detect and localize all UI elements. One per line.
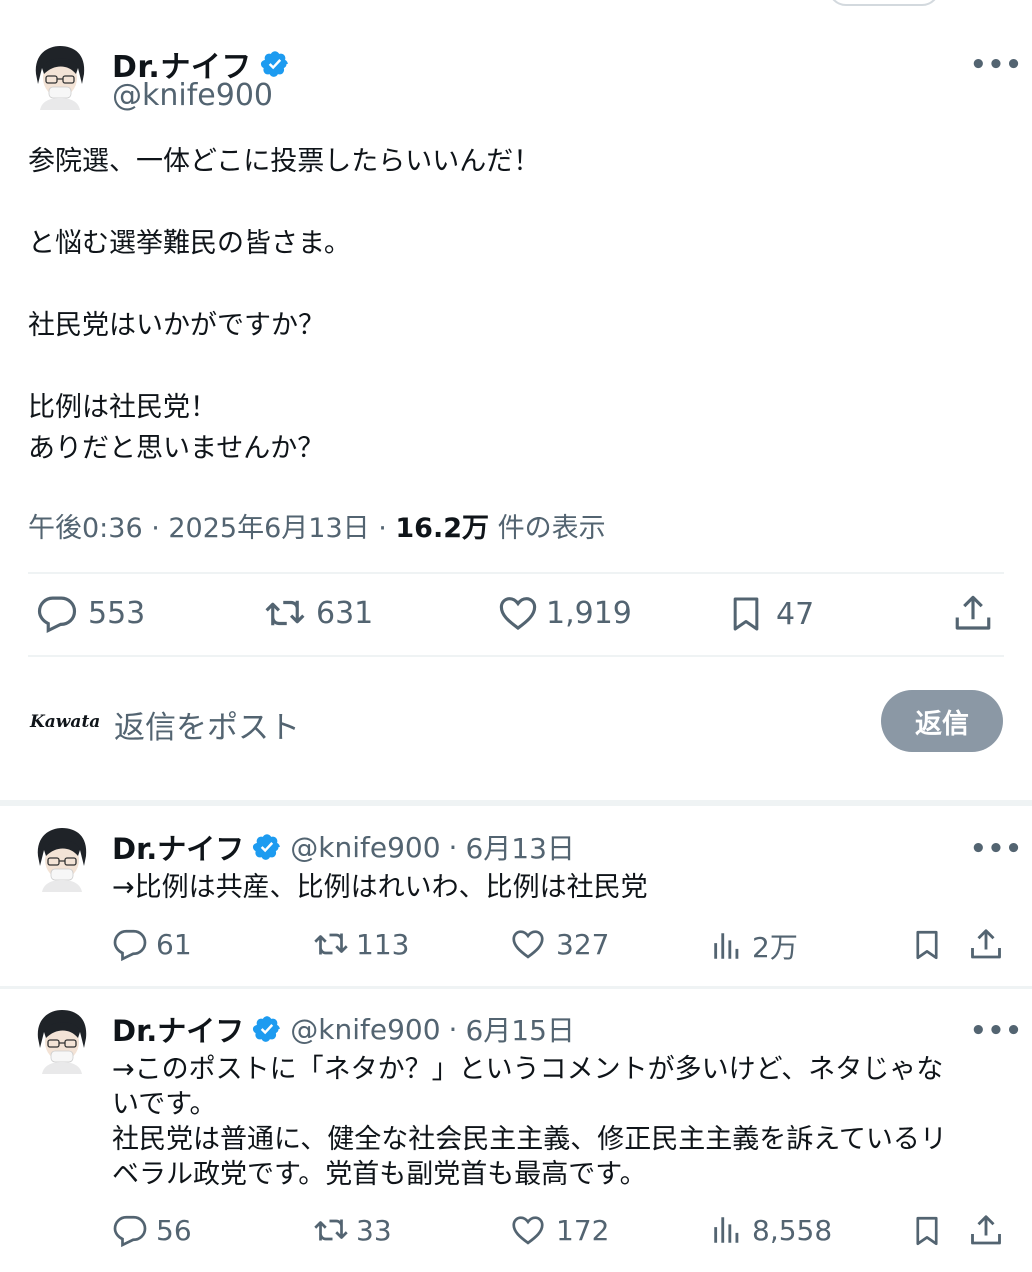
avatar[interactable] [34, 1008, 90, 1074]
views-icon [714, 933, 739, 959]
post-date[interactable]: 6月13日 [465, 827, 574, 867]
like-action[interactable]: 172 [510, 1212, 609, 1248]
bookmark-count: 47 [776, 596, 815, 632]
user-avatar-logo[interactable]: Kawata [30, 712, 100, 732]
reply-count: 56 [156, 1213, 192, 1247]
separator: · [448, 1012, 458, 1046]
reply-action[interactable]: 553 [36, 592, 145, 634]
share-action[interactable] [968, 1212, 1004, 1250]
reply-header: Dr.ナイフ @knife900 · 6月13日 [112, 826, 575, 868]
bookmark-icon [916, 930, 938, 960]
repost-count: 631 [316, 595, 374, 631]
repost-action[interactable]: 113 [312, 926, 409, 962]
like-count: 1,919 [546, 595, 632, 631]
share-icon [971, 1215, 1001, 1245]
view-count: 2万 [752, 931, 798, 964]
share-action[interactable] [952, 592, 994, 636]
views-action[interactable]: 8,558 [710, 1212, 832, 1248]
post-time[interactable]: 午後0:36 · 2025年6月13日 · [28, 513, 395, 544]
verified-badge-icon [260, 51, 288, 77]
view-count: 8,558 [752, 1213, 833, 1247]
reply-count: 61 [156, 927, 192, 961]
avatar[interactable] [34, 826, 90, 892]
reply-action[interactable]: 56 [112, 1212, 192, 1248]
repost-action[interactable]: 631 [262, 592, 373, 634]
bookmark-action[interactable] [910, 926, 944, 964]
like-icon [512, 1216, 544, 1245]
post-date[interactable]: 6月15日 [465, 1009, 574, 1049]
reply-icon [113, 929, 147, 962]
divider [28, 572, 1004, 574]
verified-badge-icon [253, 1016, 281, 1042]
author-name[interactable]: Dr.ナイフ [112, 1008, 244, 1050]
divider [28, 655, 1004, 657]
repost-count: 33 [356, 1213, 392, 1247]
reply-text: →このポストに「ネタか？」というコメントが多いけど、ネタじゃな いです。 社民党… [112, 1054, 947, 1190]
section-divider [0, 800, 1032, 806]
more-icon[interactable]: ••• [970, 50, 1023, 80]
avatar[interactable] [32, 44, 88, 110]
reply-icon [113, 1215, 147, 1248]
bookmark-action[interactable]: 47 [726, 592, 814, 636]
share-icon [955, 595, 991, 630]
separator: · [448, 830, 458, 864]
like-action[interactable]: 327 [510, 926, 609, 962]
view-count[interactable]: 16.2万 [395, 513, 489, 544]
share-action[interactable] [968, 926, 1004, 964]
share-icon [971, 929, 1001, 959]
more-icon[interactable]: ••• [970, 1016, 1023, 1046]
author-handle[interactable]: @knife900 [290, 1013, 440, 1046]
post-meta: 午後0:36 · 2025年6月13日 · 16.2万 件の表示 [28, 506, 606, 545]
post-body: 参院選、一体どこに投票したらいいんだ！ と悩む選挙難民の皆さま。 社民党はいかが… [28, 146, 541, 464]
reply-action[interactable]: 61 [112, 926, 192, 962]
bookmark-action[interactable] [910, 1212, 944, 1250]
author-handle[interactable]: @knife900 [112, 78, 273, 113]
like-icon [499, 597, 537, 630]
more-icon[interactable]: ••• [970, 834, 1023, 864]
reply-input[interactable]: 返信をポスト [114, 702, 300, 747]
views-action[interactable]: 2万 [710, 926, 798, 966]
reply-button[interactable]: 返信 [881, 690, 1003, 752]
bookmark-icon [733, 597, 759, 631]
like-icon [512, 930, 544, 959]
reply-count: 553 [88, 595, 146, 631]
divider [0, 986, 1032, 989]
author-handle[interactable]: @knife900 [290, 831, 440, 864]
like-count: 327 [556, 927, 610, 961]
author-name[interactable]: Dr.ナイフ [112, 826, 244, 868]
verified-badge-icon [253, 834, 281, 860]
reply-header: Dr.ナイフ @knife900 · 6月15日 [112, 1008, 575, 1050]
repost-icon [314, 933, 348, 955]
like-action[interactable]: 1,919 [496, 592, 632, 634]
repost-icon [265, 600, 305, 626]
reply-icon [37, 596, 77, 634]
repost-icon [314, 1219, 348, 1241]
repost-count: 113 [356, 927, 410, 961]
like-count: 172 [556, 1213, 610, 1247]
bookmark-icon [916, 1216, 938, 1246]
follow-button-partial[interactable] [828, 0, 940, 6]
view-label: 件の表示 [489, 513, 606, 544]
views-icon [714, 1217, 739, 1243]
repost-action[interactable]: 33 [312, 1212, 392, 1248]
reply-text: →比例は共産、比例はれいわ、比例は社民党 [112, 872, 648, 903]
